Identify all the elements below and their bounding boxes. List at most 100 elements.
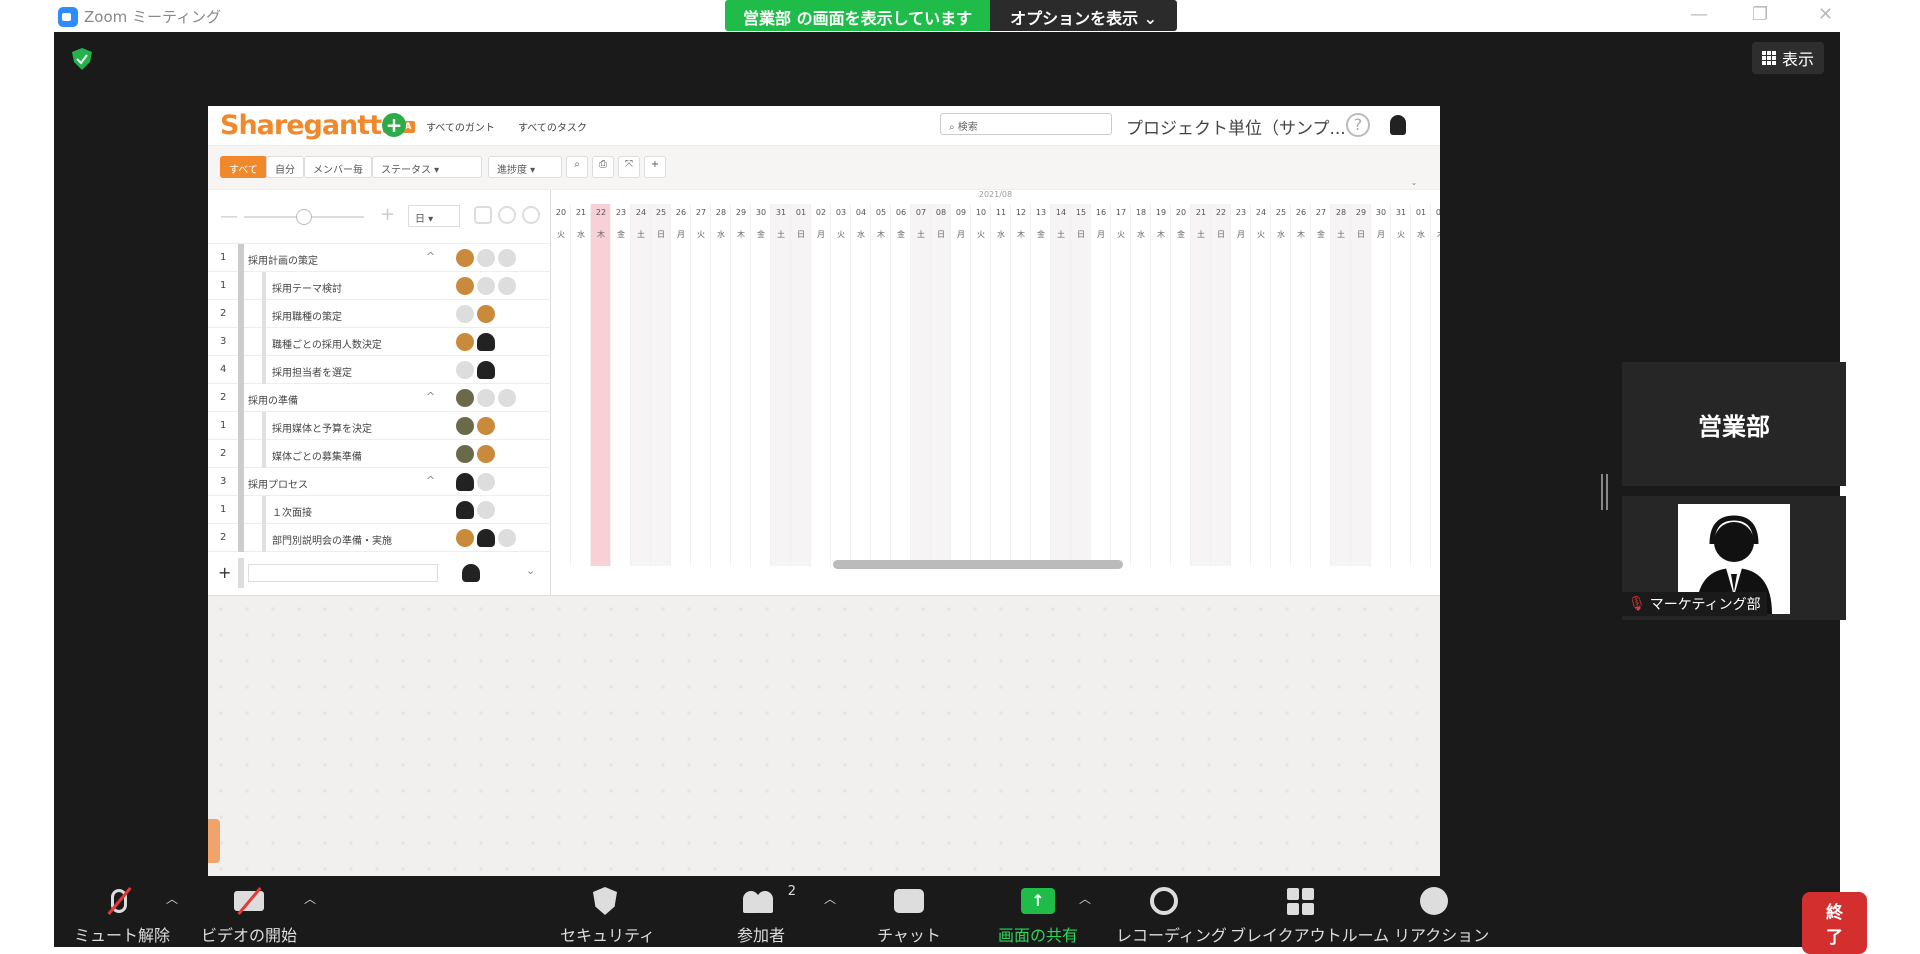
assignee-avatar[interactable] <box>477 417 495 435</box>
task-name[interactable]: 採用テーマ検討 <box>272 280 342 295</box>
minimize-button[interactable]: — <box>1690 4 1708 25</box>
task-row[interactable]: 2 採用の準備 ^ <box>208 384 551 412</box>
view-options-button[interactable]: オプションを表示 ⌄ <box>990 0 1178 31</box>
gantt-search-input[interactable]: ⌕ 検索 <box>940 113 1112 135</box>
assignee-avatar[interactable] <box>477 473 495 491</box>
assignee-avatar[interactable] <box>456 361 474 379</box>
participant-tile-marketing[interactable]: 🎙 マーケティング部 <box>1622 496 1846 620</box>
record-button[interactable]: レコーディング <box>1116 884 1227 946</box>
timeline-day-column[interactable]: 20 火 <box>551 204 571 566</box>
timeline-day-column[interactable]: 27 火 <box>691 204 711 566</box>
task-row[interactable]: 1 採用媒体と予算を決定 <box>208 412 551 440</box>
timeline-day-column[interactable]: 11 水 <box>991 204 1011 566</box>
assignee-avatar[interactable] <box>456 389 474 407</box>
task-row[interactable]: 3 職種ごとの採用人数決定 <box>208 328 551 356</box>
end-meeting-button[interactable]: 終了 <box>1802 892 1867 954</box>
timeline-day-column[interactable]: 29 木 <box>731 204 751 566</box>
task-name[interactable]: 採用の準備 <box>248 392 298 407</box>
assignee-avatar[interactable] <box>498 249 516 267</box>
expand-icon[interactable]: ⤧ <box>618 156 640 178</box>
task-name[interactable]: 職種ごとの採用人数決定 <box>272 336 382 351</box>
timeline-day-column[interactable]: 31 火 <box>1391 204 1411 566</box>
assignee-avatar[interactable] <box>498 277 516 295</box>
timeline-day-column[interactable]: 04 水 <box>851 204 871 566</box>
zoom-in-button[interactable]: + <box>380 204 395 225</box>
timeline-day-column[interactable]: 28 土 <box>1331 204 1351 566</box>
progress-select[interactable]: 進捗度 ▾ <box>488 156 562 178</box>
participants-button[interactable]: 2 参加者 <box>726 884 796 946</box>
assignee-avatar[interactable] <box>498 389 516 407</box>
timeline-day-column[interactable]: 25 水 <box>1271 204 1291 566</box>
restore-button[interactable]: ❐ <box>1752 4 1768 25</box>
timeline-day-column[interactable]: 16 月 <box>1091 204 1111 566</box>
close-button[interactable]: ✕ <box>1818 4 1833 25</box>
breakout-rooms-button[interactable]: ブレイクアウトルーム <box>1230 884 1389 946</box>
status-select[interactable]: ステータス ▾ <box>372 156 482 178</box>
timeline-day-column[interactable]: 24 土 <box>631 204 651 566</box>
task-name[interactable]: 採用媒体と予算を決定 <box>272 420 372 435</box>
add-filter-button[interactable]: + <box>644 156 666 178</box>
timeline-day-column[interactable]: 26 木 <box>1291 204 1311 566</box>
timeline-day-column[interactable]: 19 木 <box>1151 204 1171 566</box>
timeline-day-column[interactable]: 30 月 <box>1371 204 1391 566</box>
timeline-day-column[interactable]: 17 火 <box>1111 204 1131 566</box>
timeline-day-column[interactable]: 25 日 <box>651 204 671 566</box>
add-gantt-button[interactable]: + <box>382 113 406 137</box>
assignee-avatar[interactable] <box>456 529 474 547</box>
assignee-avatar[interactable] <box>456 333 474 351</box>
timeline-day-column[interactable]: 06 金 <box>891 204 911 566</box>
share-options-chevron-icon[interactable]: ︿ <box>1079 890 1091 907</box>
audio-options-chevron-icon[interactable]: ︿ <box>166 890 178 907</box>
timeline-day-column[interactable]: 02 月 <box>811 204 831 566</box>
timeline-horizontal-scrollbar[interactable] <box>833 560 1123 569</box>
collapse-chevron-icon[interactable]: ^ <box>426 474 435 487</box>
time-unit-select[interactable]: 日 ▾ <box>408 205 460 227</box>
unmute-button[interactable]: ミュート解除 <box>74 884 170 946</box>
timeline-day-column[interactable]: 22 日 <box>1211 204 1231 566</box>
video-options-chevron-icon[interactable]: ︿ <box>304 890 316 907</box>
zoom-slider-handle[interactable] <box>296 209 312 225</box>
assignee-avatar[interactable] <box>456 501 474 519</box>
assignee-avatar[interactable] <box>477 445 495 463</box>
assignee-avatar[interactable] <box>477 389 495 407</box>
chat-button[interactable]: チャット <box>874 884 944 946</box>
timeline-day-column[interactable]: 15 日 <box>1071 204 1091 566</box>
timeline-day-column[interactable]: 21 水 <box>571 204 591 566</box>
timeline-day-column[interactable]: 31 土 <box>771 204 791 566</box>
task-row[interactable]: 1 １次面接 <box>208 496 551 524</box>
timeline-day-column[interactable]: 18 水 <box>1131 204 1151 566</box>
task-name[interactable]: １次面接 <box>272 504 312 519</box>
assignee-avatar[interactable] <box>477 501 495 519</box>
timeline-day-column[interactable]: 30 金 <box>751 204 771 566</box>
timeline-day-column[interactable]: 08 日 <box>931 204 951 566</box>
timeline-day-column[interactable]: 12 木 <box>1011 204 1031 566</box>
timeline-day-column[interactable]: 28 水 <box>711 204 731 566</box>
timeline-day-column[interactable]: 21 土 <box>1191 204 1211 566</box>
participant-tile-sharer[interactable]: 営業部 <box>1622 362 1846 486</box>
start-video-button[interactable]: ビデオの開始 <box>194 884 304 946</box>
assignee-avatar[interactable] <box>477 333 495 351</box>
task-name[interactable]: 媒体ごとの募集準備 <box>272 448 362 463</box>
collapse-chevron-icon[interactable]: ^ <box>426 390 435 403</box>
task-name[interactable]: 採用職種の策定 <box>272 308 342 323</box>
assignee-avatar[interactable] <box>456 277 474 295</box>
assignee-avatar[interactable] <box>498 529 516 547</box>
timeline-day-column[interactable]: 05 木 <box>871 204 891 566</box>
search-icon[interactable]: ⌕ <box>566 156 588 178</box>
participants-options-chevron-icon[interactable]: ︿ <box>824 890 836 907</box>
task-row[interactable]: 1 採用テーマ検討 <box>208 272 551 300</box>
timeline-day-column[interactable]: 02 木 <box>1431 204 1440 566</box>
palette-icon[interactable] <box>498 206 516 224</box>
task-row[interactable]: 4 採用担当者を選定 <box>208 356 551 384</box>
filter-mine[interactable]: 自分 <box>266 156 304 178</box>
assignee-avatar[interactable] <box>456 445 474 463</box>
view-button[interactable]: 表示 <box>1751 42 1824 74</box>
timeline-day-column[interactable]: 26 月 <box>671 204 691 566</box>
collapse-chevron-icon[interactable]: ⌄ <box>1400 178 1428 188</box>
task-row[interactable]: 2 採用職種の策定 <box>208 300 551 328</box>
assignee-avatar[interactable] <box>477 361 495 379</box>
assignee-avatar[interactable] <box>456 417 474 435</box>
assignee-avatar[interactable] <box>477 277 495 295</box>
timeline-day-column[interactable]: 14 土 <box>1051 204 1071 566</box>
help-icon[interactable]: ? <box>1346 113 1370 137</box>
